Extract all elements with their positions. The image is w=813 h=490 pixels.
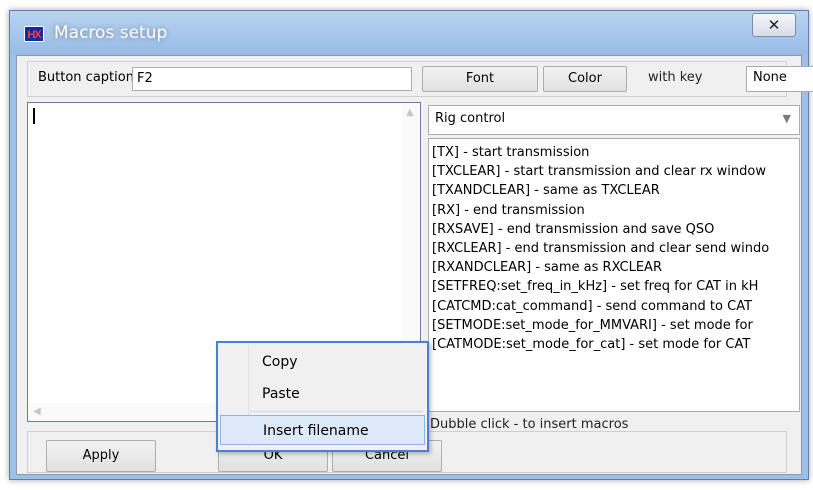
macro-item[interactable]: [CATCMD:cat_command] - send command to C… [432,297,796,316]
button-caption-input[interactable]: F2 [132,67,412,91]
text-caret [33,108,35,124]
macro-item[interactable]: [SETMODE:set_mode_for_MMVARI] - set mode… [432,316,796,335]
menu-item-paste[interactable]: Paste [220,379,425,409]
macro-item[interactable]: [RXSAVE] - end transmission and save QSO [432,220,796,239]
macro-category-select[interactable]: Rig control ▼ [428,105,800,135]
scroll-up-arrow-icon[interactable]: ▲ [406,107,414,118]
close-button[interactable]: ✕ [752,13,796,37]
menu-separator [250,411,423,412]
window-title: Macros setup [54,23,168,43]
menu-item-copy[interactable]: Copy [220,347,425,377]
macro-item[interactable]: [RXCLEAR] - end transmission and clear s… [432,239,796,258]
macro-item[interactable]: [TX] - start transmission [432,143,796,162]
scroll-left-arrow-icon[interactable]: ◀ [33,406,41,417]
font-button[interactable]: Font [422,66,538,92]
macro-list[interactable]: [TX] - start transmission [TXCLEAR] - st… [428,138,800,412]
color-button[interactable]: Color [543,66,627,92]
macro-item[interactable]: [RX] - end transmission [432,201,796,220]
macro-category-value: Rig control [435,111,506,126]
macro-item[interactable]: [SETFREQ:set_freq_in_kHz] - set freq for… [432,277,796,296]
macro-item[interactable]: [TXANDCLEAR] - same as TXCLEAR [432,181,796,200]
app-logo-icon: HX [24,26,44,42]
apply-button[interactable]: Apply [46,440,156,472]
context-menu: Copy Paste Insert filename [216,341,429,452]
macro-item[interactable]: [RXANDCLEAR] - same as RXCLEAR [432,258,796,277]
caption-toolbar: Button caption F2 Font Color with key No… [27,61,813,97]
hotkey-select[interactable]: None [746,66,813,92]
dropdown-arrow-icon[interactable]: ▼ [783,112,791,125]
macros-setup-window: HX Macros setup ✕ Button caption F2 Font… [9,10,813,480]
with-key-label: with key [648,70,703,85]
macro-item[interactable]: [CATMODE:set_mode_for_cat] - set mode fo… [432,335,796,354]
button-caption-label: Button caption [38,70,134,85]
menu-item-insert-filename[interactable]: Insert filename [220,415,425,445]
insert-hint: Dubble click - to insert macros [430,417,629,432]
title-bar[interactable]: HX Macros setup ✕ [10,11,808,55]
macro-item[interactable]: [TXCLEAR] - start transmission and clear… [432,162,796,181]
dialog-body: Button caption F2 Font Color with key No… [16,55,813,475]
